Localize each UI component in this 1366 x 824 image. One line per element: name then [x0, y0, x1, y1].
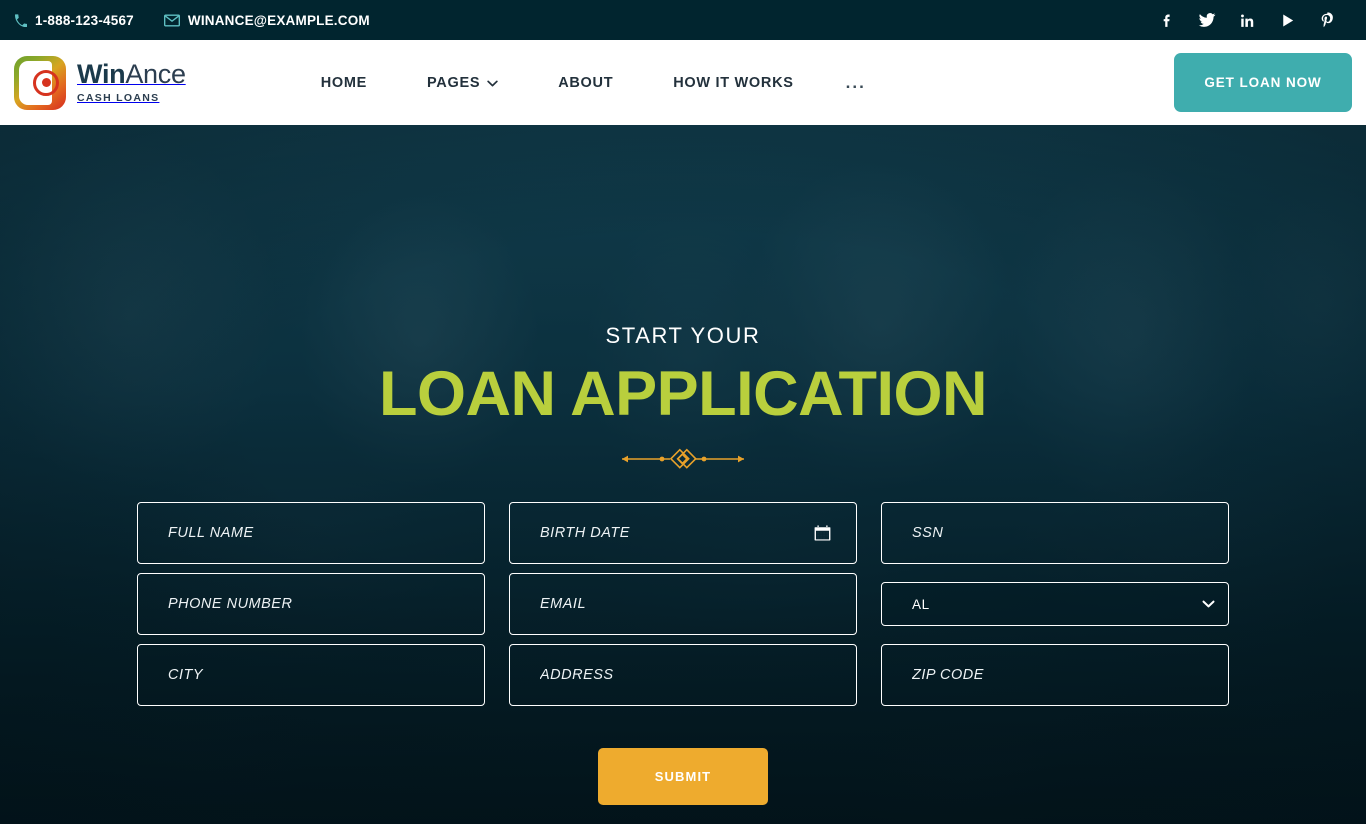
wallet-logo-icon: [14, 55, 66, 110]
page-title: LOAN APPLICATION: [379, 359, 987, 429]
email-link[interactable]: WINANCE@EXAMPLE.COM: [163, 12, 370, 28]
state-field: ALAKAZARCACOCTDEFLGA: [881, 573, 1229, 635]
facebook-icon[interactable]: [1158, 11, 1176, 29]
youtube-icon[interactable]: [1278, 11, 1296, 29]
loan-application-form: ALAKAZARCACOCTDEFLGA: [137, 502, 1229, 706]
email-address-text: WINANCE@EXAMPLE.COM: [187, 12, 370, 28]
zip-code-input[interactable]: [881, 644, 1229, 706]
address-field: [509, 644, 857, 706]
phone-link[interactable]: 1-888-123-4567: [14, 13, 134, 28]
top-utility-bar: 1-888-123-4567 WINANCE@EXAMPLE.COM: [0, 0, 1366, 40]
pinterest-icon[interactable]: [1318, 11, 1336, 29]
submit-button[interactable]: SUBMIT: [598, 748, 768, 805]
topbar-contact-group: 1-888-123-4567 WINANCE@EXAMPLE.COM: [14, 13, 370, 28]
nav-item-home-label: HOME: [320, 74, 367, 91]
site-header: WinAnce CASH LOANS HOME PAGES ABOUT HOW …: [0, 40, 1366, 125]
ssn-field: [881, 502, 1229, 564]
phone-number-field: [137, 573, 485, 635]
nav-item-pages-label: PAGES: [427, 74, 481, 91]
birth-date-input[interactable]: [509, 502, 857, 564]
brand-name-light: Ance: [125, 59, 186, 90]
envelope-icon: [163, 13, 180, 27]
brand-logo-link[interactable]: WinAnce CASH LOANS: [14, 55, 186, 110]
nav-item-home[interactable]: HOME: [291, 63, 397, 103]
chevron-down-icon: [487, 75, 498, 91]
linkedin-icon[interactable]: [1238, 11, 1256, 29]
brand-tagline: CASH LOANS: [77, 92, 160, 105]
nav-item-how-it-works-label: HOW IT WORKS: [673, 74, 794, 91]
primary-navigation: HOME PAGES ABOUT HOW IT WORKS ...: [291, 61, 888, 105]
birth-date-field: [509, 502, 857, 564]
city-input[interactable]: [137, 644, 485, 706]
twitter-icon[interactable]: [1198, 11, 1216, 29]
phone-number-text: 1-888-123-4567: [35, 12, 134, 28]
address-input[interactable]: [509, 644, 857, 706]
email-input[interactable]: [509, 573, 857, 635]
hero-section: START YOUR LOAN APPLICATION FULL NAME BI…: [0, 125, 1366, 824]
email-field: [509, 573, 857, 635]
nav-overflow-menu[interactable]: ...: [824, 61, 888, 105]
zip-code-field: [881, 644, 1229, 706]
get-loan-now-button[interactable]: GET LOAN NOW: [1174, 53, 1352, 112]
full-name-input[interactable]: [137, 502, 485, 564]
hero-eyebrow: START YOUR: [605, 323, 761, 348]
submit-row: SUBMIT: [0, 748, 1366, 805]
ssn-input[interactable]: [881, 502, 1229, 564]
ornamental-divider-icon: [618, 446, 748, 472]
city-field: [137, 644, 485, 706]
nav-item-about[interactable]: ABOUT: [528, 63, 643, 103]
nav-overflow-label: ...: [845, 72, 866, 92]
state-select[interactable]: ALAKAZARCACOCTDEFLGA: [881, 582, 1229, 626]
social-links-group: [1158, 11, 1336, 29]
nav-item-about-label: ABOUT: [558, 74, 614, 91]
brand-wordmark: WinAnce CASH LOANS: [77, 61, 186, 104]
full-name-field: [137, 502, 485, 564]
hero-content: START YOUR LOAN APPLICATION: [0, 125, 1366, 472]
nav-item-how-it-works[interactable]: HOW IT WORKS: [643, 63, 823, 103]
brand-name-bold: Win: [77, 59, 126, 90]
phone-number-input[interactable]: [137, 573, 485, 635]
nav-item-pages[interactable]: PAGES: [397, 62, 528, 103]
phone-icon: [14, 13, 27, 27]
